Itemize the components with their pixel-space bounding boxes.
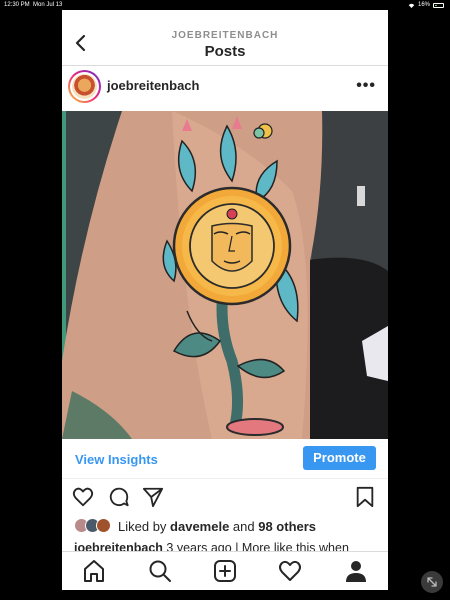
- collapse-button[interactable]: [421, 571, 443, 593]
- view-insights-link[interactable]: View Insights: [75, 452, 158, 467]
- post-header: joebreitenbach •••: [62, 67, 388, 111]
- status-time-date: 12:30 PM Mon Jul 13: [4, 2, 63, 8]
- insights-bar: View Insights Promote: [62, 439, 388, 479]
- status-bar: 12:30 PM Mon Jul 13 16%: [0, 0, 450, 10]
- post-actions: [62, 483, 388, 513]
- bottom-tab-bar: [62, 551, 388, 590]
- home-icon[interactable]: [82, 559, 106, 583]
- app-screen: JOEBREITENBACH Posts joebreitenbach •••: [62, 10, 388, 590]
- status-indicators: 16%: [408, 0, 444, 10]
- avatar[interactable]: [68, 70, 101, 103]
- likes-line: Liked by davemele and 98 others: [74, 518, 384, 534]
- header-username: JOEBREITENBACH: [171, 30, 279, 41]
- search-icon[interactable]: [148, 559, 172, 583]
- new-post-icon[interactable]: [213, 559, 237, 583]
- collapse-icon: [427, 577, 437, 587]
- battery-percent: 16%: [417, 2, 430, 8]
- comment-icon[interactable]: [108, 486, 130, 508]
- wifi-icon: [408, 3, 415, 8]
- activity-icon[interactable]: [278, 559, 302, 583]
- likes-text: Liked by davemele and 98 others: [118, 519, 317, 534]
- heart-icon[interactable]: [72, 486, 94, 508]
- post-author[interactable]: joebreitenbach: [107, 78, 199, 93]
- bookmark-icon[interactable]: [354, 486, 376, 508]
- page-title: Posts: [204, 43, 246, 60]
- battery-icon: [433, 2, 444, 8]
- share-icon[interactable]: [142, 486, 164, 508]
- liker-username[interactable]: davemele: [170, 519, 229, 534]
- promote-button[interactable]: Promote: [303, 446, 376, 470]
- likes-others[interactable]: 98 others: [258, 519, 316, 534]
- profile-icon[interactable]: [344, 559, 368, 583]
- top-nav-bar: JOEBREITENBACH Posts: [62, 10, 388, 66]
- liker-avatar: [96, 518, 111, 533]
- liker-avatars[interactable]: [74, 518, 114, 534]
- post-image[interactable]: [62, 111, 388, 439]
- more-icon[interactable]: •••: [356, 77, 376, 95]
